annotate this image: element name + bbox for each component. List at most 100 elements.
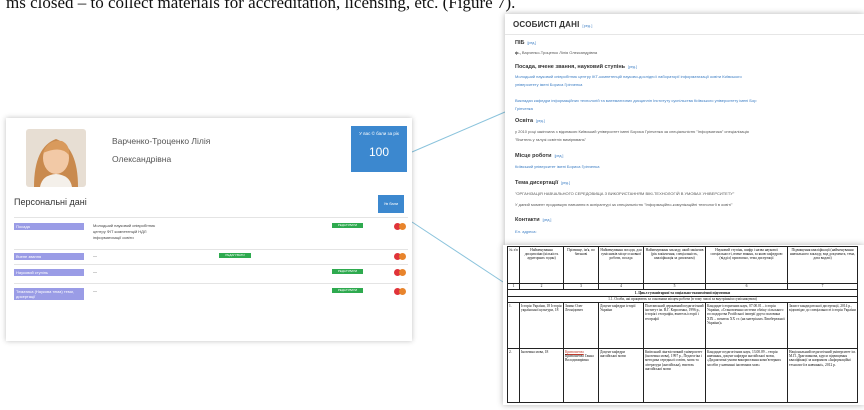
- profile-name-line1: Варченко-Троценко Лілія: [112, 136, 211, 146]
- row-label: Вчене звання: [14, 253, 84, 260]
- education-text: у 2010 році закінчила з відзнакою Київсь…: [515, 128, 860, 143]
- work-label: Місце роботи: [515, 153, 552, 159]
- contacts-text[interactable]: Ел. адреса:: [515, 228, 860, 236]
- edit-button[interactable]: РЕДАГУВАТИ: [332, 269, 363, 274]
- edit-all-button[interactable]: Ув бали: [378, 195, 404, 213]
- thesis-text: "ОРГАНІЗАЦІЯ НАВЧАЛЬНОГО СЕРЕДОВИЩА З ВИ…: [515, 191, 735, 196]
- education-label: Освіта: [515, 118, 533, 124]
- row-value-line: інформатизації освіти: [93, 235, 134, 240]
- row-value: —: [93, 253, 97, 258]
- score-box: У вас © бали за рік 100: [351, 126, 407, 172]
- profile-name-line2: Олександрівна: [112, 154, 172, 164]
- thesis-heading: Тема дисертації [ред.]: [515, 180, 570, 186]
- thesis-label: Тема дисертації: [515, 180, 559, 186]
- profile-photo: [26, 129, 86, 187]
- score-caption: У вас © бали за рік: [359, 131, 399, 136]
- position-heading: Посада, вчене звання, науковий ступінь [р…: [515, 64, 637, 70]
- row-value: —: [93, 288, 97, 293]
- score-value: 100: [368, 145, 390, 159]
- panel-title-text: ОСОБИСТІ ДАНІ: [513, 20, 580, 29]
- row-label: Науковий ступінь: [14, 269, 84, 276]
- table-header-row: № з/п Найменування дисципліни (кількість…: [507, 246, 858, 284]
- profile-card: Варченко-Троценко Лілія Олександрівна У …: [6, 118, 412, 341]
- table-cell: Історія України, 18 Історія української …: [519, 302, 564, 349]
- edit-button[interactable]: РЕДАГУВАТИ: [332, 288, 363, 293]
- thesis-edit-link[interactable]: [ред.]: [561, 181, 570, 185]
- contacts-label: Контакти: [515, 217, 540, 223]
- work-heading: Місце роботи [ред.]: [515, 153, 563, 159]
- position-line: університету імені Бориса Грінченка: [515, 81, 583, 87]
- pib-heading: ПІБ [ред.]: [515, 40, 536, 46]
- work-text[interactable]: Київський університет імені Бориса Грінч…: [515, 163, 860, 171]
- education-edit-link[interactable]: [ред.]: [536, 119, 545, 123]
- personal-data-panel: ОСОБИСТІ ДАНІ [ред.] ПІБ [ред.] ф., Варчен…: [505, 14, 864, 248]
- row-divider: [14, 217, 408, 218]
- table-row: 1. Історія України, 18 Історія українськ…: [507, 302, 858, 349]
- status-dot-icon[interactable]: [399, 288, 406, 295]
- table-header-cell: № з/п: [507, 246, 520, 284]
- panel-title: ОСОБИСТІ ДАНІ [ред.]: [513, 20, 593, 29]
- education-line: у 2010 році закінчила з відзнакою Київсь…: [515, 129, 749, 134]
- table-header-cell: Науковий ступінь, шифр і назва наукової …: [705, 246, 788, 284]
- pib-prefix: ф.,: [515, 50, 521, 55]
- thesis-text-2: У даний момент продовжую навчання в аспі…: [515, 202, 733, 207]
- table-cell: Захист кандидатської дисертації, 2014 р.…: [787, 302, 858, 349]
- table-header-cell: Прізвище, ім'я, по батькові: [563, 246, 599, 284]
- edit-button[interactable]: РЕДАГУВАТИ: [332, 223, 363, 228]
- status-dot-icon[interactable]: [399, 223, 406, 230]
- status-dot-icon[interactable]: [399, 269, 406, 276]
- edit-button-middle[interactable]: РЕДАГУВАТИ: [219, 253, 251, 258]
- table-cell: 1.: [507, 302, 520, 349]
- education-line: "Вчитель у галузі освітніх вимірювань": [515, 136, 587, 142]
- row-divider: [14, 264, 408, 265]
- row-divider: [14, 283, 408, 284]
- contacts-heading: Контакти [ред.]: [515, 217, 551, 223]
- table-header-cell: Підвищення кваліфікації (найменування на…: [787, 246, 858, 284]
- staffing-table: № з/п Найменування дисципліни (кількість…: [507, 246, 858, 403]
- avatar: [26, 129, 86, 187]
- table-cell: Національний педагогічний університет ім…: [787, 348, 858, 403]
- pib-label: ПІБ: [515, 40, 525, 46]
- pib-edit-link[interactable]: [ред.]: [527, 41, 536, 45]
- pib-value-text: Варченко-Троценко Лілія Олександрівна: [521, 50, 598, 55]
- divider: [505, 34, 864, 35]
- row-label: Посада: [14, 223, 84, 230]
- position-line: Грінченка: [515, 105, 533, 111]
- position-label: Посада, вчене звання, науковий ступінь: [515, 64, 626, 70]
- table-cell: Кандидат історичних наук, 07.00.01 – іст…: [705, 302, 788, 349]
- personal-data-title: Персональні дані: [14, 197, 87, 207]
- table-header-cell: Найменування посади, для сумісників місц…: [598, 246, 644, 284]
- position-line: Викладач кафедри інформаційних технологі…: [515, 98, 757, 103]
- row-label: Тематика (Наукова тема) теми, дисертації: [14, 288, 84, 300]
- pib-value: ф., Варченко-Троценко Лілія Олександрівн…: [515, 49, 860, 57]
- table-cell: Доцент кафедри англійської мови: [598, 348, 644, 403]
- table-cell-text: Кривошеєва Ганна Володимирівна: [565, 353, 594, 363]
- connector-line-bottom: [411, 221, 504, 283]
- staffing-document: № з/п Найменування дисципліни (кількість…: [503, 245, 864, 405]
- position-text-2[interactable]: Викладач кафедри інформаційних технологі…: [515, 97, 860, 112]
- row-divider: [14, 249, 408, 250]
- table-cell: Доцент кафедри історії України: [598, 302, 644, 349]
- table-cell: Київський лінгвістичний університет (іно…: [643, 348, 706, 403]
- table-row: 2. Іноземна мова, 18 Кривошеєва Кривошеєв…: [507, 348, 858, 403]
- table-header-cell: Найменування дисципліни (кількість аудит…: [519, 246, 564, 284]
- education-heading: Освіта [ред.]: [515, 118, 545, 124]
- table-cell: Кандидат педагогічних наук, 13.00.09 – т…: [705, 348, 788, 403]
- position-text-1[interactable]: Молодший науковий співробітник центру ІК…: [515, 73, 860, 88]
- table-cell: Полтавський державний педагогічний інсти…: [643, 302, 706, 349]
- name-highlight: Кривошеєва: [565, 349, 584, 354]
- table-cell: 2.: [507, 348, 520, 403]
- contacts-edit-link[interactable]: [ред.]: [543, 218, 552, 222]
- table-header-cell: Найменування закладу, який закінчив (рік…: [643, 246, 706, 284]
- position-edit-link[interactable]: [ред.]: [628, 65, 637, 69]
- table-cell: Іноземна мова, 18: [519, 348, 564, 403]
- table-cell: Кривошеєва Кривошеєва Ганна Володимирівна: [563, 348, 599, 403]
- connector-line-top: [411, 111, 506, 153]
- position-line: Молодший науковий співробітник центру ІК…: [515, 74, 742, 79]
- row-value: —: [93, 269, 97, 274]
- panel-edit-link[interactable]: [ред.]: [583, 24, 593, 28]
- table-cell: Зимко Олег Леонідович: [563, 302, 599, 349]
- row-value: Молодший науковий співробітник центру ФІ…: [93, 223, 155, 241]
- work-edit-link[interactable]: [ред.]: [555, 154, 564, 158]
- status-dot-icon[interactable]: [399, 253, 406, 260]
